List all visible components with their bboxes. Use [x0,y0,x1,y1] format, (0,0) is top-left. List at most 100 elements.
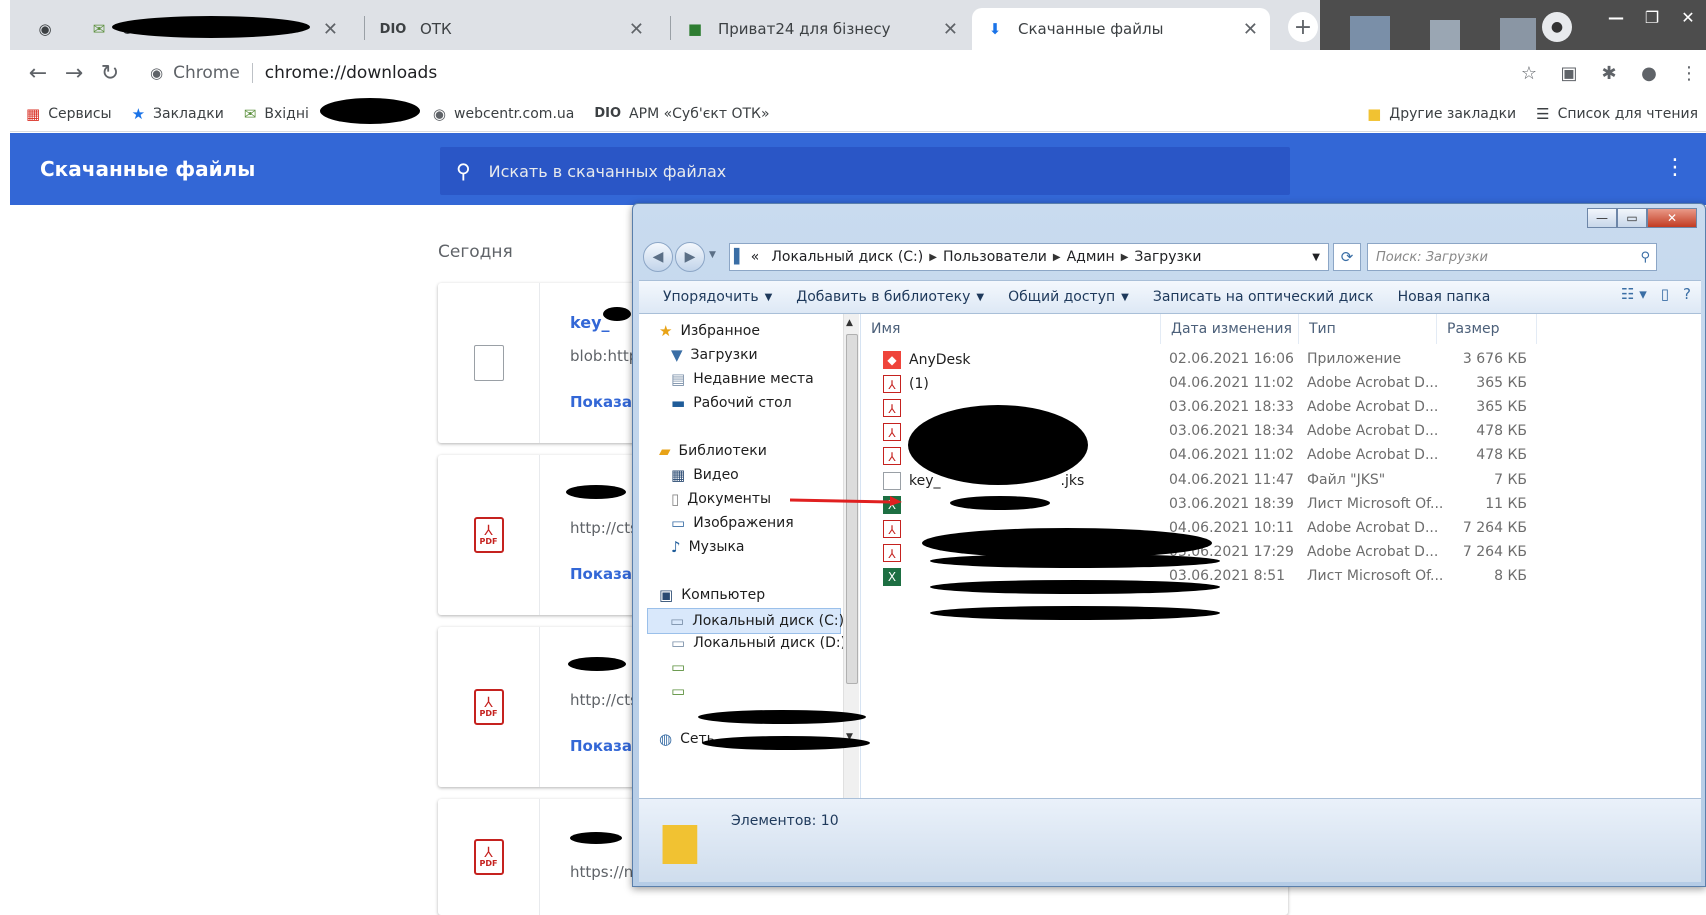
file-row[interactable]: ⅄ (1) 04.06.2021 11:02 Adobe Acrobat D... 36… [861,372,1701,396]
tree-item-music[interactable]: ♪ Музыка [671,538,744,556]
screen: { "tabs": [ {"label": "Ukr", "close": "✕… [0,0,1706,915]
bookmark-arm-otk[interactable]: DIO АРМ «Суб'єкт ОТК» [594,106,769,122]
reload-icon[interactable]: ↻ [92,55,128,91]
file-type: Adobe Acrobat D... [1307,399,1439,416]
profile-icon[interactable]: ● [1632,56,1666,90]
breadcrumb-item[interactable]: Пользователи [943,249,1047,265]
tree-item-downloads[interactable]: ▼ Загрузки [671,346,758,364]
close-window-icon[interactable]: ✕ [1670,0,1706,34]
close-icon[interactable]: ✕ [629,19,644,40]
breadcrumb-arrow-icon[interactable]: ▶ [1121,252,1129,263]
navigation-pane: ★ Избранное ▼ Загрузки ▤ Недавние места ▬ Ра… [639,314,861,798]
reading-list[interactable]: ☰ Список для чтения [1536,105,1698,123]
tree-item-documents[interactable]: ▯ Документы [671,490,771,508]
minimize-icon[interactable]: — [1587,208,1617,228]
menu-dots-icon[interactable]: ⋮ [1672,56,1706,90]
forward-icon[interactable]: ▶ [675,242,705,272]
bookmark-webcentr[interactable]: ◉ webcentr.com.ua [433,105,574,123]
drive-icon: ▭ [670,612,685,630]
breadcrumb-arrow-icon[interactable]: ▶ [1053,252,1061,263]
scroll-up-icon[interactable]: ▲ [846,318,853,328]
chrome-menu-tab[interactable]: ◉ [26,8,76,50]
tab-downloads[interactable]: ⬇ Скачанные файлы ✕ [972,8,1270,50]
downloads-search[interactable]: ⚲ Искать в скачанных файлах [440,147,1290,195]
address-bar[interactable]: ◉ Chrome chrome://downloads [150,54,1480,92]
burn-button[interactable]: Записать на оптический диск [1153,289,1374,305]
column-header-date[interactable]: Дата изменения [1161,314,1299,344]
tree-item-drive-d[interactable]: ▭ Локальный диск (D:) [671,634,846,652]
add-to-library-menu[interactable]: Добавить в библиотеку ▼ [796,289,984,305]
file-date: 04.06.2021 10:11 [1169,519,1294,536]
column-header-type[interactable]: Тип [1299,314,1437,344]
help-icon[interactable]: ? [1683,285,1691,303]
downloads-header: Скачанные файлы ⚲ Искать в скачанных фай… [10,133,1706,205]
breadcrumb-item[interactable]: Админ [1067,249,1115,265]
breadcrumb-arrow-icon[interactable]: ▶ [929,252,937,263]
file-icon [473,345,504,381]
minimize-icon[interactable]: — [1598,0,1634,34]
account-circle-icon[interactable]: ● [1542,12,1572,42]
explorer-search-input[interactable]: Поиск: Загрузки ⚲ [1367,243,1657,271]
bookmark-services[interactable]: ▦ Сервисы [26,105,112,123]
preview-pane-icon[interactable]: ▯ [1661,285,1669,303]
bookmark-label: Сервисы [48,105,112,122]
explorer-nav-bar: ◀ ▶ ▼ ▌ « Локальный диск (C:) ▶ Пользова… [643,240,1695,274]
maximize-icon[interactable]: ▭ [1617,208,1647,228]
close-icon[interactable]: ✕ [1647,208,1697,228]
close-icon[interactable]: ✕ [323,19,338,40]
download-source[interactable]: http://cts [570,519,638,537]
browser-toolbar: ← → ↻ ◉ Chrome chrome://downloads ☆ ▣ ✱ … [10,50,1706,96]
history-dropdown-icon[interactable]: ▼ [709,250,716,260]
bookmark-star-icon[interactable]: ☆ [1512,56,1546,90]
refresh-icon[interactable]: ⟳ [1333,243,1361,271]
breadcrumb-overflow[interactable]: « [751,249,760,265]
close-icon[interactable]: ✕ [943,19,958,40]
file-row[interactable]: ◆ AnyDesk 02.06.2021 16:06 Приложение 3 676 … [861,348,1701,372]
organize-menu[interactable]: Упорядочить ▼ [663,289,772,305]
tab-otk[interactable]: DIO ОТК ✕ [366,8,656,50]
tree-item-drive-c[interactable]: ▭ Локальный диск (C:) [647,608,844,634]
new-tab-button[interactable]: + [1288,12,1318,42]
tab-privat24[interactable]: ■ Приват24 для бізнесу ✕ [672,8,970,50]
dropdown-icon: ▼ [976,291,985,303]
file-date: 04.06.2021 11:47 [1169,471,1294,488]
breadcrumb-item[interactable]: Локальный диск (C:) [771,249,923,265]
forward-icon[interactable]: → [56,55,92,91]
tree-item-network-drive[interactable]: ▭ [671,682,693,700]
bookmark-folder-bookmarks[interactable]: ★ Закладки [132,105,224,123]
extensions-icon[interactable]: ✱ [1592,56,1626,90]
tree-scrollbar[interactable]: ▲ ▼ [843,314,859,798]
back-icon[interactable]: ← [20,55,56,91]
download-source[interactable]: https://n [570,863,633,881]
close-icon[interactable]: ✕ [1243,19,1258,40]
tree-item-video[interactable]: ▦ Видео [671,466,739,484]
chrome-logo-icon: ◉ [150,64,164,82]
tree-item-images[interactable]: ▭ Изображения [671,514,794,532]
column-header-size[interactable]: Размер [1437,314,1537,344]
back-icon[interactable]: ◀ [643,242,673,272]
tree-libraries[interactable]: ▰ Библиотеки [659,442,767,460]
address-dropdown-icon[interactable]: ▼ [1312,252,1320,263]
tree-item-desktop[interactable]: ▬ Рабочий стол [671,394,792,412]
view-options-icon[interactable]: ☷ ▾ [1621,285,1647,303]
tree-computer[interactable]: ▣ Компьютер [659,586,765,604]
tree-item-network-drive[interactable]: ▭ [671,658,693,676]
more-vert-icon[interactable]: ⋮ [1664,155,1686,180]
dio-favicon: DIO [379,21,407,37]
search-icon[interactable]: ⚲ [1640,250,1650,265]
download-source[interactable]: http://cts [570,691,638,709]
cast-icon[interactable]: ▣ [1552,56,1586,90]
file-size: 7 264 КБ [1462,543,1527,560]
tree-item-recent[interactable]: ▤ Недавние места [671,370,814,388]
scrollbar-thumb[interactable] [846,334,858,684]
new-folder-button[interactable]: Новая папка [1398,289,1491,305]
tree-favorites[interactable]: ★ Избранное [659,322,760,340]
file-type: Adobe Acrobat D... [1307,447,1439,464]
restore-icon[interactable]: ❐ [1634,0,1670,34]
share-menu[interactable]: Общий доступ ▼ [1008,289,1129,305]
breadcrumb-item[interactable]: Загрузки [1134,249,1201,265]
column-header-name[interactable]: Имя [861,314,1161,344]
explorer-address-bar[interactable]: ▌ « Локальный диск (C:) ▶ Пользователи ▶… [729,243,1329,271]
download-source[interactable]: blob:http [570,347,638,365]
other-bookmarks[interactable]: ■ Другие закладки [1367,105,1516,123]
